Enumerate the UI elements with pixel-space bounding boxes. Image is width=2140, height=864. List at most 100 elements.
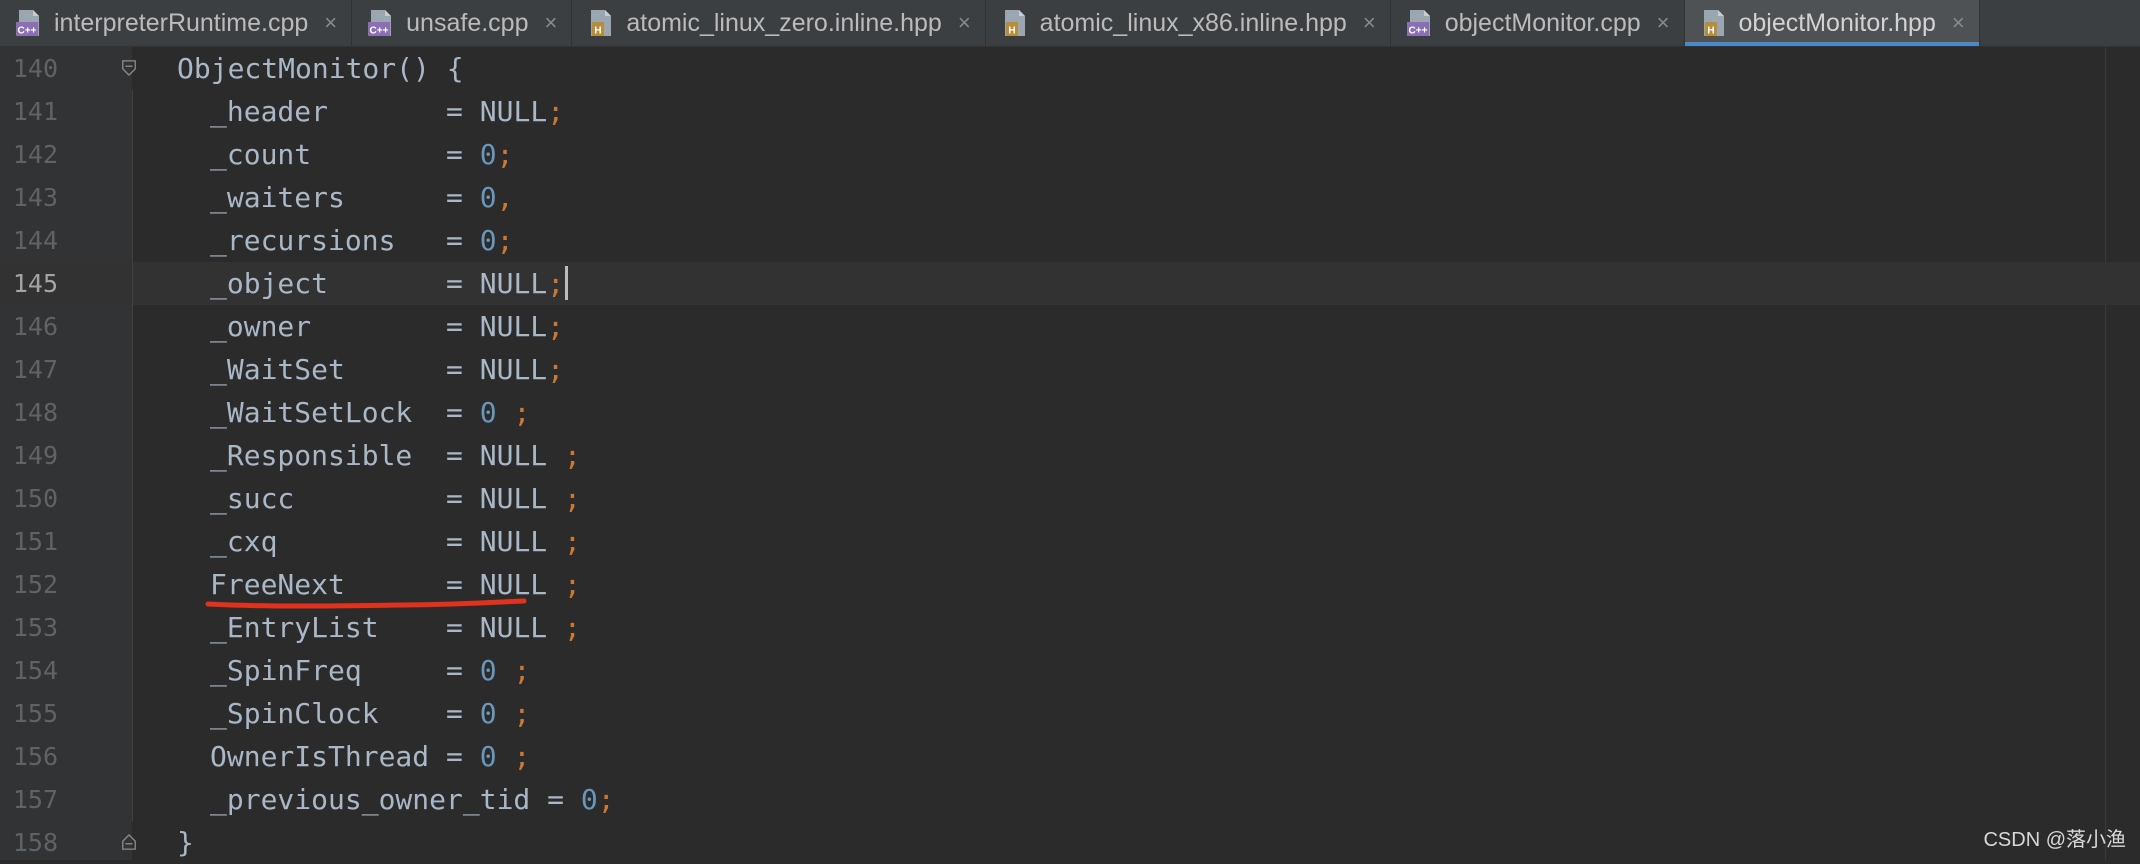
close-icon[interactable]: × — [1653, 10, 1674, 36]
code-token-semi: ; — [513, 396, 531, 429]
code-token-eq: = — [446, 138, 480, 171]
code-token-name: OwnerIsThread — [210, 740, 430, 773]
line-number: 149 — [12, 441, 58, 470]
code-token-eq: = — [446, 181, 480, 214]
code-token-eq: = — [446, 740, 480, 773]
code-line[interactable]: 153 _EntryList = NULL ; — [0, 606, 2140, 649]
code-text: _WaitSet = NULL; — [210, 348, 564, 391]
line-number: 145 — [12, 269, 58, 298]
code-token-name: _recursions — [210, 224, 396, 257]
code-token-pad — [362, 654, 446, 687]
code-token-semi: ; — [564, 611, 581, 644]
code-line[interactable]: 150 _succ = NULL ; — [0, 477, 2140, 520]
code-editor[interactable]: 140 ObjectMonitor() {141 _header = NULL; 14… — [0, 47, 2140, 860]
code-token-sep — [497, 654, 514, 687]
code-text: _SpinFreq = 0 ; — [210, 649, 530, 692]
code-text: _SpinClock = 0 ; — [210, 692, 530, 735]
code-token-semi: ; — [513, 654, 531, 687]
code-text: OwnerIsThread = 0 ; — [210, 735, 530, 778]
code-token-semi: ; — [496, 224, 514, 257]
code-text: _object = NULL; — [210, 262, 569, 305]
code-token-name: _object — [210, 267, 329, 300]
code-line[interactable]: 141 _header = NULL; — [0, 90, 2140, 133]
code-token-eq: = — [446, 224, 480, 257]
tab-interpreterruntime-cpp[interactable]: C++ interpreterRuntime.cpp × — [0, 0, 353, 46]
code-token-eq: = — [446, 611, 480, 644]
svg-text:H: H — [1707, 26, 1714, 37]
code-line[interactable]: 147 _WaitSet = NULL; — [0, 348, 2140, 391]
code-token-sep — [497, 396, 514, 429]
code-line[interactable]: 146 _owner = NULL; — [0, 305, 2140, 348]
code-text: } — [177, 821, 194, 864]
code-token-sep — [497, 697, 514, 730]
code-line[interactable]: 156 OwnerIsThread = 0 ; — [0, 735, 2140, 778]
code-token-pad — [311, 310, 446, 343]
close-icon[interactable]: × — [320, 10, 341, 36]
code-line[interactable]: 158} — [0, 821, 2140, 864]
tab-label: unsafe.cpp — [406, 8, 529, 37]
code-token-value: NULL — [479, 95, 548, 128]
tab-atomic-linux-zero-inline-hpp[interactable]: Hatomic_linux_zero.inline.hpp × — [572, 0, 986, 46]
close-icon[interactable]: × — [540, 10, 561, 36]
code-line[interactable]: 148 _WaitSetLock = 0 ; — [0, 391, 2140, 434]
code-line[interactable]: 142 _count = 0; — [0, 133, 2140, 176]
code-token-value: 0 — [479, 181, 497, 214]
code-line[interactable]: 151 _cxq = NULL ; — [0, 520, 2140, 563]
code-text: _owner = NULL; — [210, 305, 564, 348]
code-text: _previous_owner_tid = 0; — [210, 778, 615, 821]
line-number: 157 — [12, 785, 58, 814]
code-token-semi: ; — [547, 353, 565, 386]
fold-collapse-icon[interactable] — [121, 59, 137, 77]
tab-atomic-linux-x86-inline-hpp[interactable]: Hatomic_linux_x86.inline.hpp × — [986, 0, 1391, 46]
line-number: 156 — [12, 742, 58, 771]
code-token-name: _header — [210, 95, 329, 128]
code-token-name: _SpinClock — [210, 697, 379, 730]
code-token-pad — [345, 353, 446, 386]
code-text: _cxq = NULL ; — [210, 520, 581, 563]
code-line[interactable]: 140 ObjectMonitor() { — [0, 47, 2140, 90]
code-line[interactable]: 145 _object = NULL; — [0, 262, 2140, 305]
code-token-name: _SpinFreq — [210, 654, 362, 687]
line-number: 144 — [12, 226, 58, 255]
header-file-icon: H — [586, 8, 616, 38]
code-token-semi: ; — [547, 95, 565, 128]
line-number: 151 — [12, 527, 58, 556]
code-token-semi: ; — [597, 783, 615, 816]
code-token-value: NULL — [479, 310, 548, 343]
fold-end-icon[interactable] — [121, 833, 137, 851]
code-text: _count = 0; — [210, 133, 513, 176]
code-line[interactable]: 149 _Responsible = NULL ; — [0, 434, 2140, 477]
code-line[interactable]: 144 _recursions = 0; — [0, 219, 2140, 262]
close-icon[interactable]: × — [1948, 10, 1969, 36]
code-token-pad — [412, 396, 446, 429]
tab-unsafe-cpp[interactable]: C++ unsafe.cpp × — [352, 0, 573, 46]
close-icon[interactable]: × — [1359, 10, 1380, 36]
code-token-eq: = — [446, 525, 480, 558]
code-token-name: _previous_owner_tid — [210, 783, 531, 816]
code-token-semi: ; — [564, 482, 581, 515]
svg-text:H: H — [595, 26, 602, 37]
code-token-value: NULL — [479, 439, 548, 472]
code-line[interactable]: 143 _waiters = 0, — [0, 176, 2140, 219]
close-icon[interactable]: × — [954, 10, 975, 36]
code-token-semi: ; — [564, 439, 581, 472]
code-token-eq: = — [446, 310, 480, 343]
code-token-value: 0 — [479, 224, 497, 257]
red-underline-annotation — [205, 598, 527, 609]
code-line[interactable]: 155 _SpinClock = 0 ; — [0, 692, 2140, 735]
tab-label: atomic_linux_zero.inline.hpp — [626, 8, 942, 37]
line-number: 140 — [12, 54, 58, 83]
code-token-value: 0 — [479, 138, 497, 171]
code-token-value: NULL — [479, 525, 548, 558]
tab-objectmonitor-cpp[interactable]: C++ objectMonitor.cpp × — [1391, 0, 1685, 46]
code-token-name: _Responsible — [210, 439, 413, 472]
code-line[interactable]: 154 _SpinFreq = 0 ; — [0, 649, 2140, 692]
line-number: 155 — [12, 699, 58, 728]
svg-text:H: H — [1008, 26, 1015, 37]
code-token-pad — [328, 267, 446, 300]
code-text: _Responsible = NULL ; — [210, 434, 581, 477]
code-token-semi: ; — [496, 138, 514, 171]
code-line[interactable]: 157 _previous_owner_tid = 0; — [0, 778, 2140, 821]
tab-objectmonitor-hpp[interactable]: HobjectMonitor.hpp × — [1684, 0, 1980, 46]
code-token-semi: ; — [564, 525, 581, 558]
